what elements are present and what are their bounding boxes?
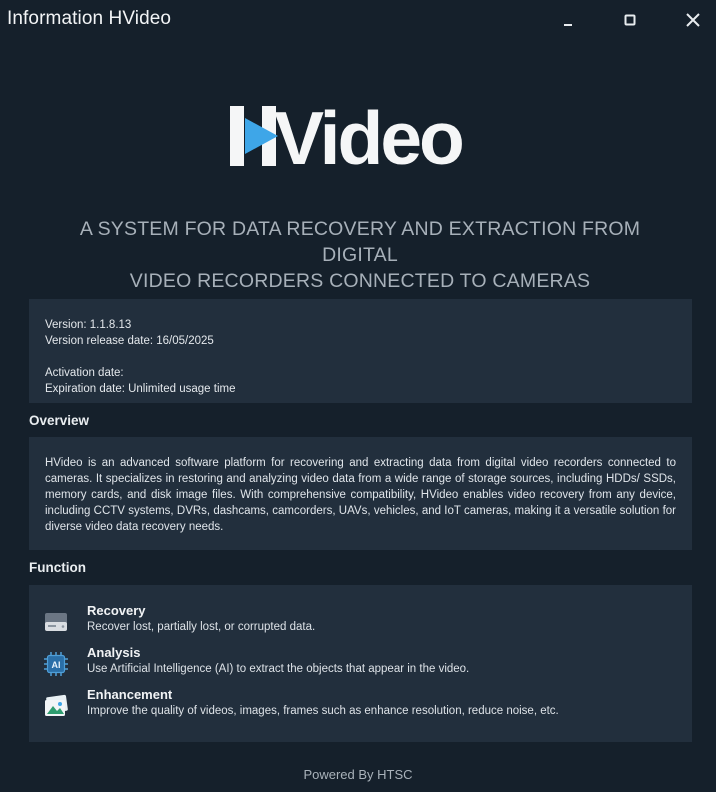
overview-heading: Overview	[29, 413, 90, 428]
tagline-line-1: A SYSTEM FOR DATA RECOVERY AND EXTRACTIO…	[79, 218, 641, 266]
hvideo-logo: Video	[228, 96, 498, 180]
release-date-text: Version release date: 16/05/2025	[45, 335, 214, 347]
maximize-button[interactable]	[610, 6, 650, 34]
window-title: Information HVideo	[7, 8, 172, 29]
maximize-icon	[624, 14, 636, 26]
version-info-panel: Version: 1.1.8.13 Version release date: …	[29, 299, 692, 403]
function-desc: Use Artificial Intelligence (AI) to extr…	[87, 663, 470, 675]
image-icon	[43, 693, 69, 719]
powered-by-footer: Powered By HTSC	[303, 767, 413, 782]
function-desc: Improve the quality of videos, images, f…	[87, 705, 559, 717]
product-tagline: A SYSTEM FOR DATA RECOVERY AND EXTRACTIO…	[40, 216, 680, 294]
close-button[interactable]	[673, 6, 713, 34]
hard-drive-icon	[43, 609, 69, 635]
minimize-icon	[564, 24, 572, 26]
function-item-analysis: AI Analysis Use Artificial Intelligence …	[43, 645, 678, 687]
function-heading: Function	[29, 560, 86, 575]
function-item-enhancement: Enhancement Improve the quality of video…	[43, 687, 678, 729]
title-bar: Information HVideo	[0, 0, 716, 40]
overview-text: HVideo is an advanced software platform …	[45, 457, 676, 533]
minimize-button[interactable]	[549, 6, 589, 34]
logo-text: Video	[274, 100, 462, 172]
activation-date-text: Activation date:	[45, 367, 124, 379]
function-name: Enhancement	[87, 687, 173, 702]
function-name: Recovery	[87, 603, 146, 618]
ai-chip-icon: AI	[43, 651, 69, 677]
close-icon	[686, 13, 700, 27]
function-name: Analysis	[87, 645, 141, 660]
overview-panel: HVideo is an advanced software platform …	[29, 437, 692, 550]
expiration-date-text: Expiration date: Unlimited usage time	[45, 383, 236, 395]
function-item-recovery: Recovery Recover lost, partially lost, o…	[43, 603, 678, 645]
function-desc: Recover lost, partially lost, or corrupt…	[87, 621, 316, 633]
function-panel: Recovery Recover lost, partially lost, o…	[29, 585, 692, 742]
svg-text:AI: AI	[52, 660, 61, 670]
tagline-line-2: VIDEO RECORDERS CONNECTED TO CAMERAS	[129, 270, 591, 292]
version-text: Version: 1.1.8.13	[45, 319, 132, 331]
